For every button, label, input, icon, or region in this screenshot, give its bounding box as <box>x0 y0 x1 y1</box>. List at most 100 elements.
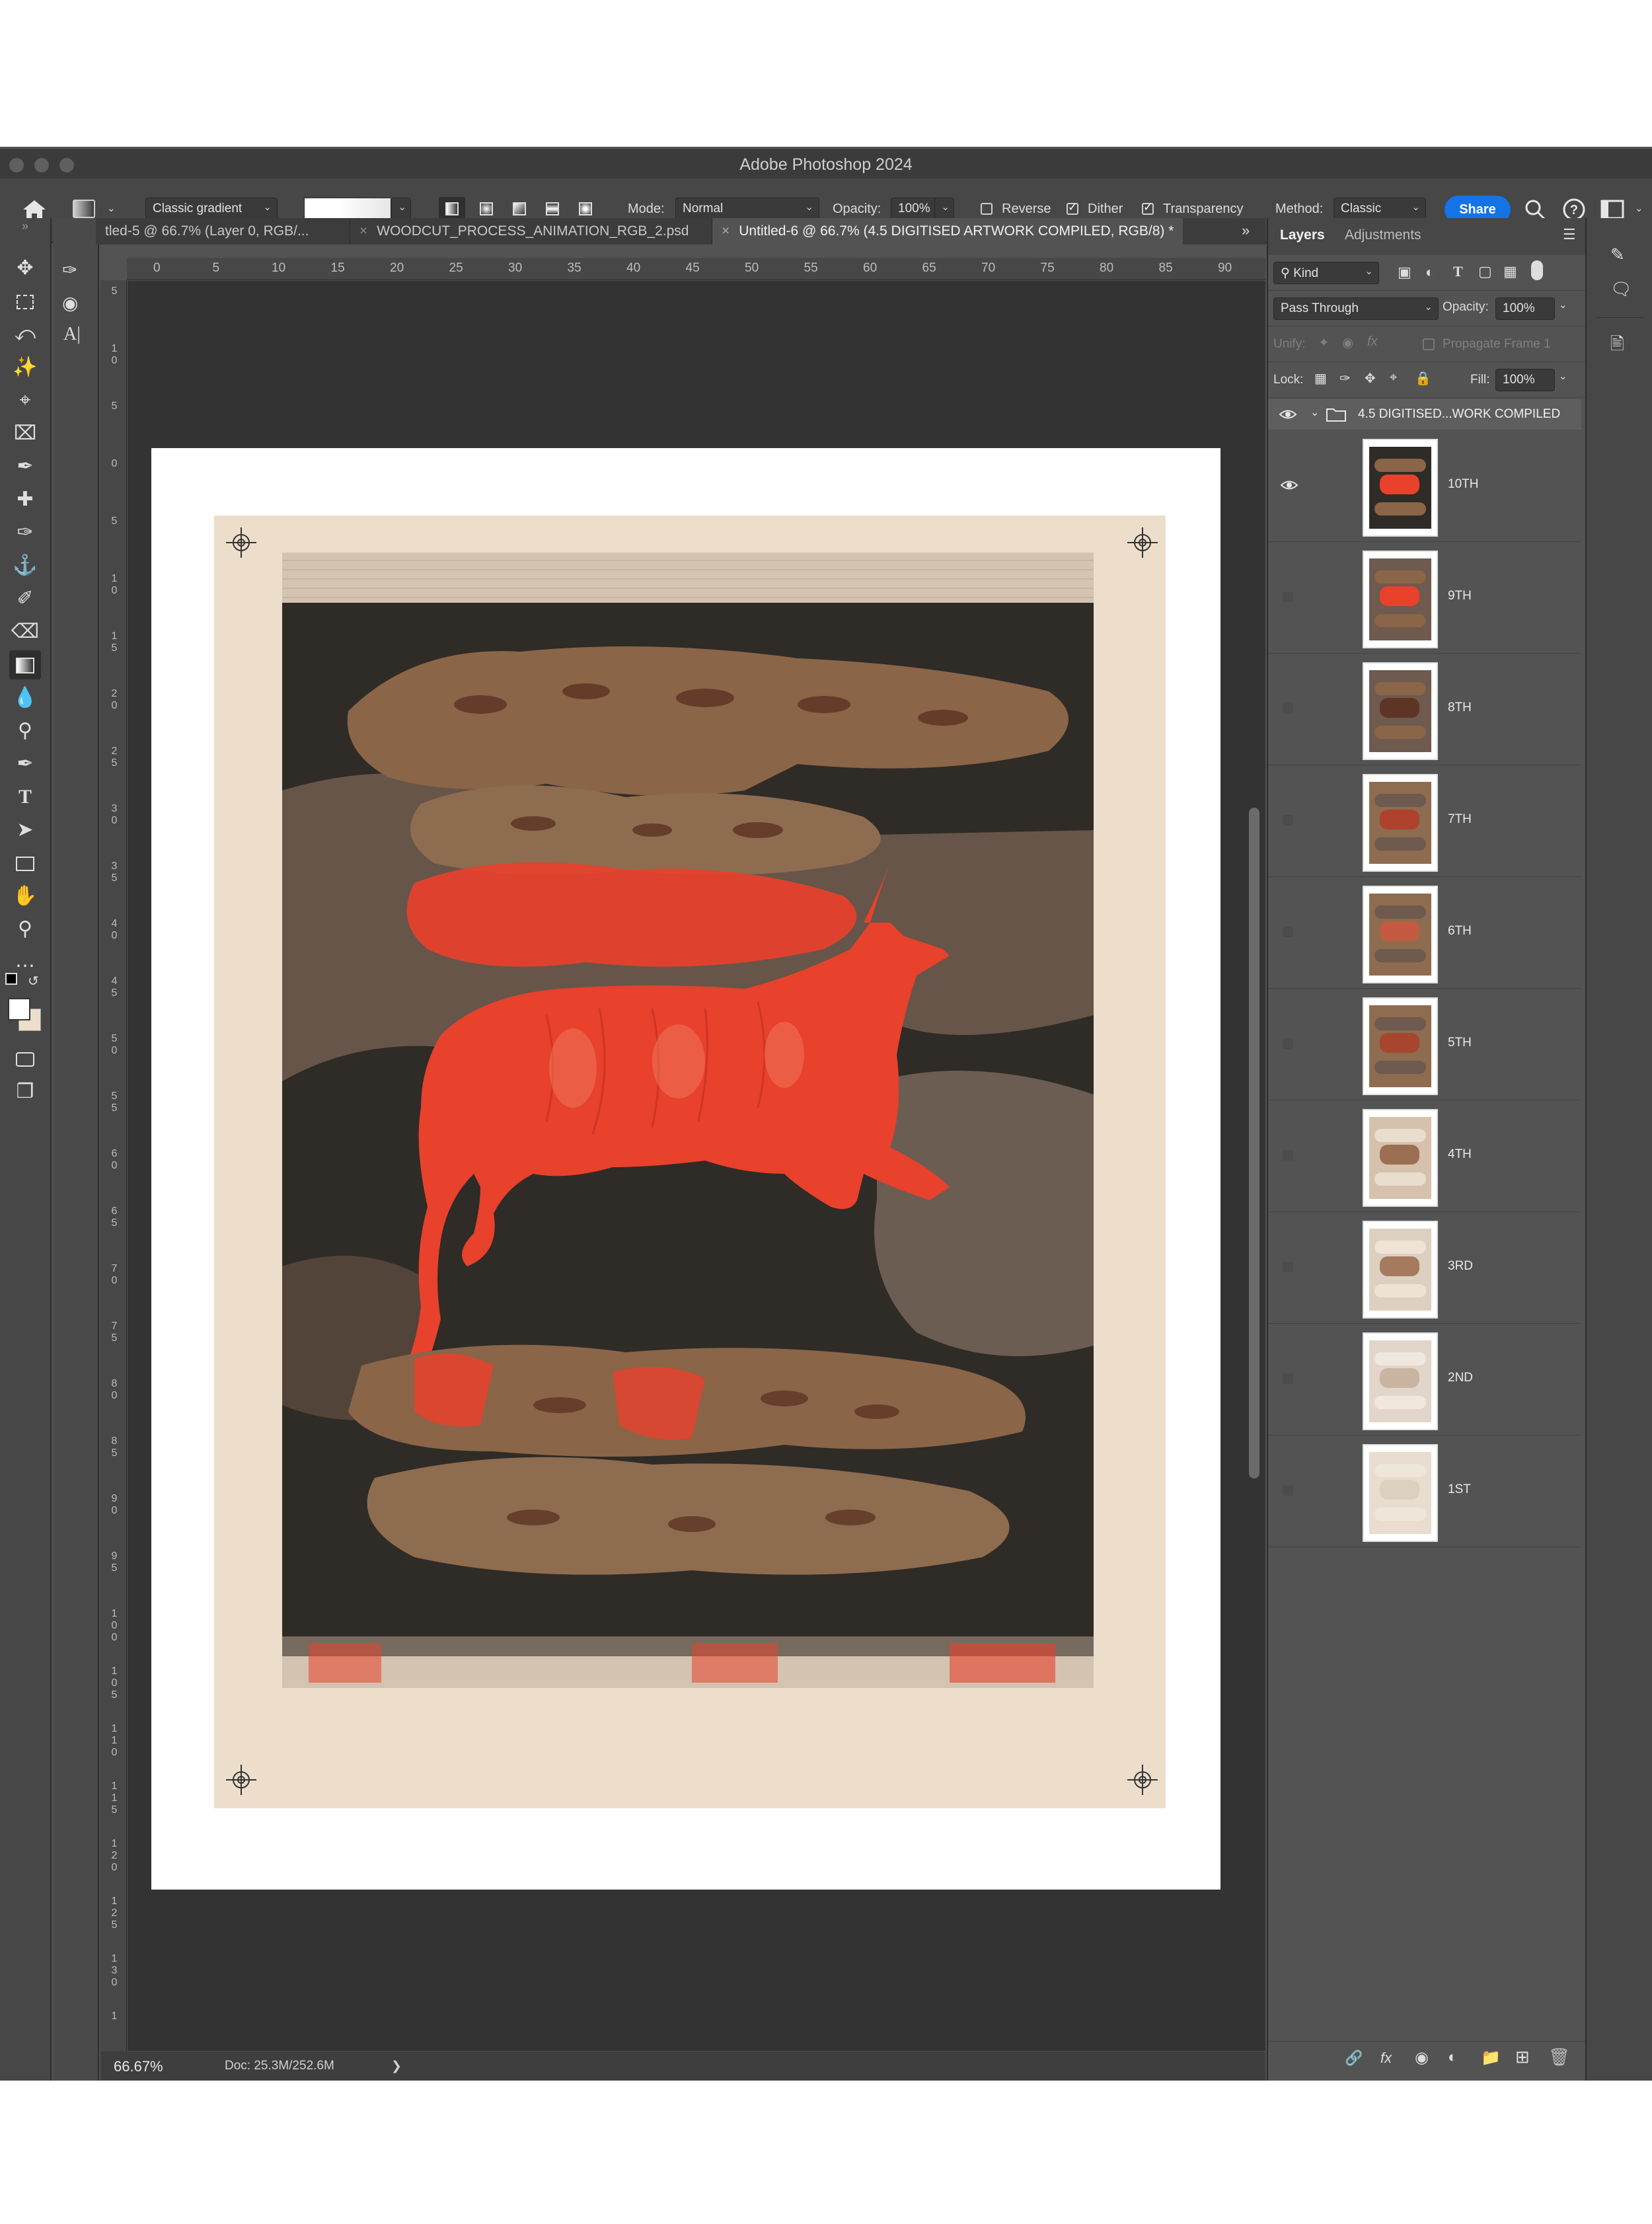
eye-icon[interactable] <box>1280 477 1298 493</box>
tab-layers[interactable]: Layers <box>1280 227 1325 243</box>
crop-tool-icon[interactable]: ⌖ <box>9 386 41 415</box>
layer-opacity-field[interactable]: 100% <box>1495 297 1555 320</box>
visibility-toggle[interactable] <box>1283 1485 1293 1496</box>
unify-style-icon[interactable]: fx <box>1367 334 1378 350</box>
angle-gradient-button[interactable] <box>506 197 533 221</box>
workspace-icon[interactable] <box>1600 200 1624 219</box>
brush-tool-icon[interactable]: ✑ <box>9 518 41 547</box>
transparency-checkbox[interactable] <box>1142 201 1154 215</box>
adjustment-layer-filter-icon[interactable]: ◐ <box>1425 264 1434 281</box>
layer-mask-icon[interactable]: ◉ <box>1415 2048 1429 2067</box>
radial-gradient-button[interactable] <box>473 197 500 221</box>
eyedropper-tool-icon[interactable]: ✒ <box>9 452 41 481</box>
mode-dropdown[interactable]: Normal ⌄ <box>675 198 819 220</box>
layer-row[interactable]: 7TH <box>1268 766 1581 877</box>
lock-transparent-icon[interactable]: ▦ <box>1314 370 1327 387</box>
visibility-toggle[interactable] <box>1283 1038 1293 1049</box>
tab-woodcut-process[interactable]: × WOODCUT_PROCESS_ANIMATION_RGB_2.psd <box>350 218 698 245</box>
hand-tool-icon[interactable]: ✋ <box>9 882 41 911</box>
lasso-tool-icon[interactable]: ⤺ <box>9 320 41 349</box>
panel-menu-icon[interactable]: ☰ <box>1563 226 1576 243</box>
visibility-toggle[interactable] <box>1283 592 1293 602</box>
workspace-chevron-icon[interactable]: ⌄ <box>1635 202 1643 214</box>
visibility-toggle[interactable] <box>1283 703 1293 714</box>
layer-row[interactable]: 2ND <box>1268 1324 1581 1436</box>
zoom-tool-icon[interactable]: ⚲ <box>9 915 41 944</box>
shape-layer-filter-icon[interactable]: ▢ <box>1478 263 1492 280</box>
opacity-dropdown-button[interactable]: ⌄ <box>934 198 954 220</box>
link-layers-icon[interactable]: 🔗 <box>1345 2050 1363 2067</box>
quick-mask-icon[interactable] <box>9 1044 41 1073</box>
lock-position-icon[interactable]: ✥ <box>1365 370 1376 387</box>
properties-panel-icon[interactable]: ✎ <box>1610 245 1625 265</box>
diamond-gradient-button[interactable] <box>572 197 599 221</box>
visibility-toggle[interactable] <box>1283 1150 1293 1161</box>
visibility-toggle[interactable] <box>1283 1262 1293 1272</box>
layer-style-icon[interactable]: fx <box>1380 2050 1392 2067</box>
gradient-preview-swatch[interactable] <box>304 198 391 220</box>
eraser-tool-icon[interactable]: ⌫ <box>9 617 41 646</box>
unify-visibility-icon[interactable]: ◉ <box>1342 334 1353 351</box>
magic-wand-tool-icon[interactable]: ✨ <box>9 353 41 382</box>
chevron-down-icon[interactable]: ⌄ <box>1559 370 1567 382</box>
lock-image-icon[interactable]: ✑ <box>1339 370 1351 387</box>
notes-panel-icon[interactable]: 🖹 <box>1610 332 1624 361</box>
lock-all-icon[interactable]: 🔒 <box>1415 370 1431 387</box>
history-brush-tool-icon[interactable]: ✐ <box>9 584 41 613</box>
blur-tool-icon[interactable]: 💧 <box>9 683 41 712</box>
reverse-checkbox[interactable] <box>981 203 993 215</box>
dither-checkbox[interactable] <box>1067 201 1078 215</box>
propagate-frame-checkbox[interactable] <box>1423 338 1435 350</box>
brush-settings-icon[interactable]: ✑ <box>62 259 77 281</box>
comments-panel-icon[interactable]: 🗨 <box>1610 279 1632 299</box>
more-tabs-icon[interactable]: » <box>1242 222 1250 239</box>
collapse-toolbar-icon[interactable]: » <box>9 219 41 249</box>
zoom-level[interactable]: 66.67% <box>114 2058 163 2075</box>
default-colors-icon[interactable] <box>5 973 17 985</box>
layer-row[interactable]: 6TH <box>1268 878 1581 989</box>
swap-colors-icon[interactable]: ↺ <box>28 973 39 989</box>
linear-gradient-button[interactable] <box>439 197 465 221</box>
new-group-icon[interactable]: 📁 <box>1481 2048 1501 2067</box>
layer-row[interactable]: 9TH <box>1268 543 1581 654</box>
healing-brush-tool-icon[interactable]: ✚ <box>9 485 41 514</box>
tab-untitled-6[interactable]: × Untitled-6 @ 66.7% (4.5 DIGITISED ARTWO… <box>712 218 1183 245</box>
visibility-toggle[interactable] <box>1283 815 1293 825</box>
adjustment-layer-icon[interactable]: ◐ <box>1448 2048 1458 2067</box>
frame-tool-icon[interactable]: ⌧ <box>9 419 41 448</box>
method-dropdown[interactable]: Classic ⌄ <box>1333 198 1426 220</box>
gradient-tool-preset-icon[interactable] <box>73 200 95 218</box>
new-layer-icon[interactable]: ⊞ <box>1515 2047 1530 2067</box>
search-icon[interactable] <box>1524 198 1546 221</box>
marquee-tool-icon[interactable] <box>9 287 41 316</box>
document-canvas[interactable] <box>151 448 1220 1890</box>
smart-object-filter-icon[interactable]: ▦ <box>1503 263 1517 280</box>
pixel-layer-filter-icon[interactable]: ▣ <box>1398 264 1411 281</box>
reflected-gradient-button[interactable] <box>539 197 566 221</box>
layer-row[interactable]: 5TH <box>1268 989 1581 1100</box>
chevron-down-icon[interactable]: ⌄ <box>1559 299 1567 311</box>
filter-kind-dropdown[interactable]: ⚲ Kind ⌄ <box>1273 262 1379 284</box>
chevron-down-icon[interactable]: ⌄ <box>1310 406 1319 419</box>
gradient-picker-button[interactable]: ⌄ <box>391 198 411 220</box>
vertical-scrollbar[interactable] <box>1249 808 1259 1478</box>
blend-mode-dropdown[interactable]: Pass Through ⌄ <box>1273 297 1439 320</box>
tab-close-icon[interactable]: × <box>722 223 730 239</box>
canvas-area[interactable] <box>128 281 1265 2051</box>
color-icon[interactable]: ◉ <box>62 292 78 314</box>
screen-mode-icon[interactable]: ❐ <box>9 1077 41 1106</box>
gradient-tool-icon[interactable] <box>9 650 41 679</box>
clone-stamp-tool-icon[interactable]: ⚓ <box>9 551 41 580</box>
eye-icon[interactable] <box>1279 407 1297 422</box>
type-tool-icon[interactable]: T <box>9 783 41 812</box>
rectangle-tool-icon[interactable] <box>9 849 41 878</box>
delete-layer-icon[interactable]: 🗑 <box>1548 2047 1570 2067</box>
lock-artboard-icon[interactable]: ⌖ <box>1390 370 1397 385</box>
tab-close-icon[interactable]: × <box>359 223 367 239</box>
character-icon[interactable]: A| <box>63 324 81 345</box>
pen-tool-icon[interactable]: ✒ <box>9 749 41 779</box>
status-menu-arrow-icon[interactable]: ❯ <box>391 2059 402 2074</box>
tab-document-5[interactable]: tled-5 @ 66.7% (Layer 0, RGB/... <box>96 218 318 245</box>
layer-row[interactable]: 4TH <box>1268 1101 1581 1212</box>
foreground-color-swatch[interactable] <box>8 998 30 1020</box>
